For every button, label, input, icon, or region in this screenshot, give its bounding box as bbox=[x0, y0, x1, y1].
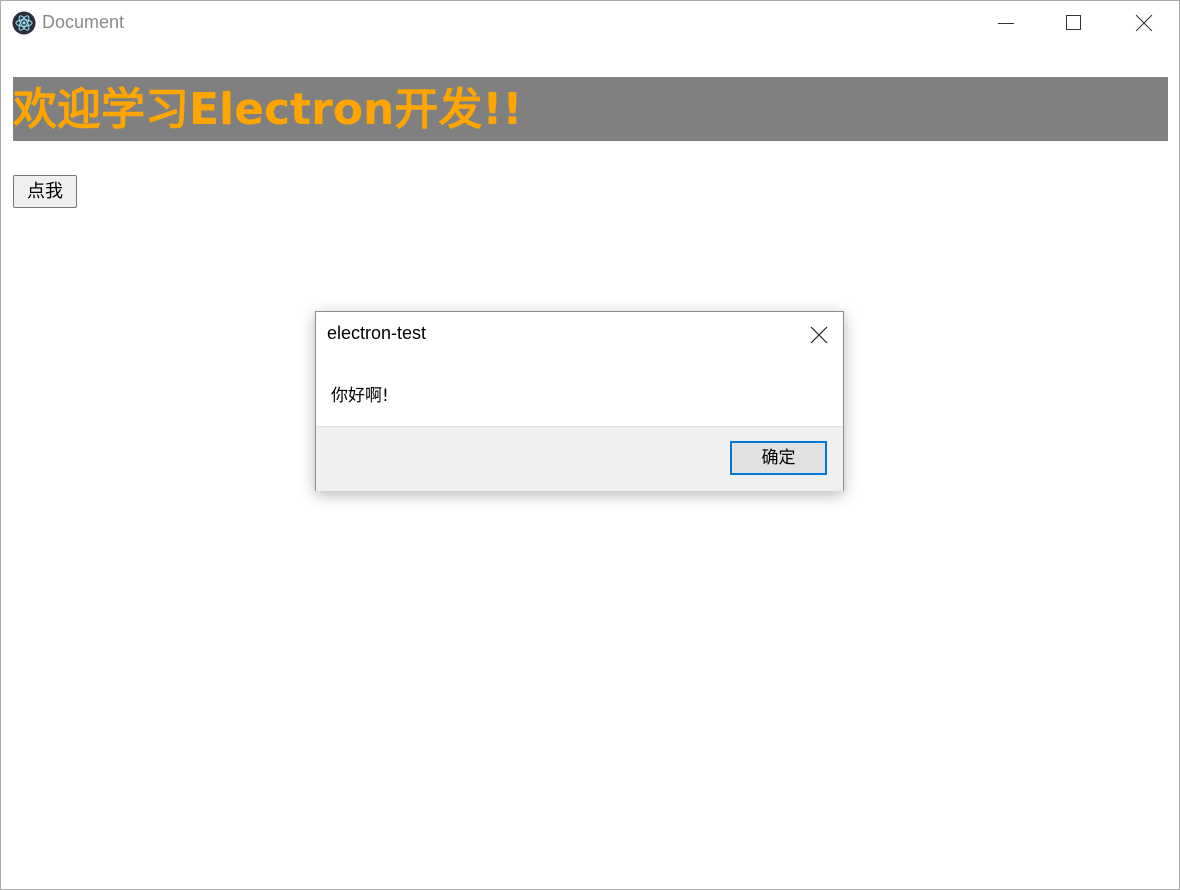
dialog-message: 你好啊! bbox=[331, 386, 389, 406]
dialog-footer: 确定 bbox=[316, 426, 843, 491]
dialog-close-button[interactable] bbox=[804, 320, 834, 350]
page-heading: 欢迎学习Electron开发!! bbox=[13, 77, 1168, 141]
window-title: Document bbox=[42, 12, 125, 32]
message-dialog: electron-test 你好啊! 确定 bbox=[315, 311, 844, 491]
app-window: Document 欢迎学习Electron开发!! 点我 electron-te… bbox=[0, 0, 1180, 890]
minimize-button[interactable] bbox=[971, 1, 1041, 45]
electron-icon bbox=[12, 11, 36, 35]
dialog-title: electron-test bbox=[327, 323, 427, 343]
maximize-button[interactable] bbox=[1039, 1, 1109, 45]
ok-button[interactable]: 确定 bbox=[730, 441, 827, 475]
close-window-button[interactable] bbox=[1109, 1, 1179, 45]
title-bar[interactable]: Document bbox=[1, 1, 1179, 45]
click-me-button[interactable]: 点我 bbox=[13, 175, 77, 208]
